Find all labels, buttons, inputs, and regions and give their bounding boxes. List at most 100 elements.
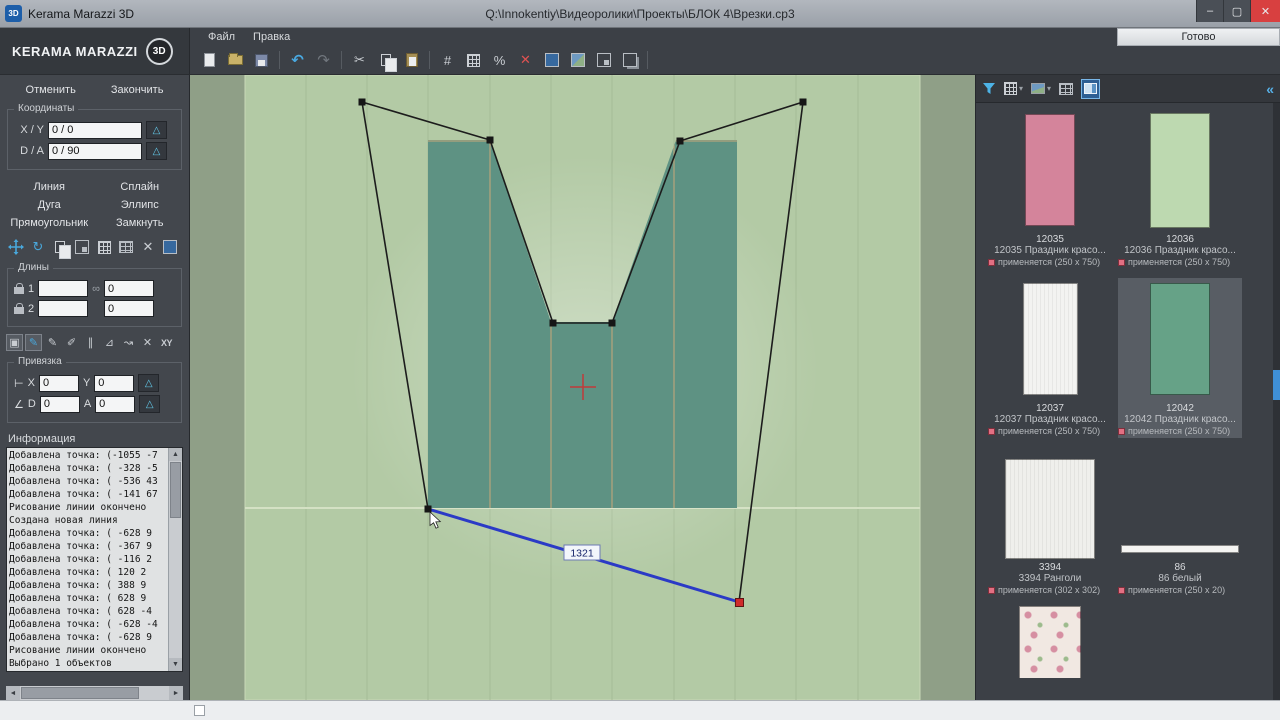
- collapse-panel-button[interactable]: «: [1266, 81, 1274, 97]
- layers-view-button[interactable]: [618, 49, 641, 71]
- filter-button[interactable]: [982, 79, 996, 99]
- drawing-canvas[interactable]: 1321: [190, 75, 975, 700]
- scroll-up-button[interactable]: ▲: [169, 448, 182, 461]
- vertex-handle[interactable]: [358, 98, 366, 106]
- maximize-button[interactable]: ▢: [1223, 0, 1250, 22]
- pen-mode-button[interactable]: ✐: [63, 334, 80, 351]
- canvas-scene[interactable]: 1321: [190, 75, 975, 700]
- copy-object-button[interactable]: [50, 237, 71, 259]
- vertex-handle[interactable]: [608, 319, 616, 327]
- lock-icon[interactable]: [14, 283, 24, 294]
- applied-checkbox[interactable]: [1118, 586, 1125, 594]
- solid-view-button[interactable]: [540, 49, 563, 71]
- sort-button[interactable]: ▾: [1004, 79, 1023, 99]
- da-triangle-button[interactable]: △: [146, 142, 167, 160]
- tile-image[interactable]: [1022, 283, 1078, 395]
- menu-edit[interactable]: Правка: [245, 30, 298, 44]
- scroll-down-button[interactable]: ▼: [169, 658, 182, 671]
- tile-card[interactable]: 12035 12035 Праздник красо... применяетс…: [988, 109, 1112, 269]
- edit-mode-button[interactable]: ✎: [44, 334, 61, 351]
- move-tool-button[interactable]: [6, 237, 26, 257]
- curve-mode-button[interactable]: ↝: [120, 334, 137, 351]
- perpendicular-mode-button[interactable]: ⊿: [101, 334, 118, 351]
- scroll-right-button[interactable]: ►: [169, 686, 183, 700]
- parallel-mode-button[interactable]: ∥: [82, 334, 99, 351]
- minimize-button[interactable]: –: [1196, 0, 1223, 22]
- lock-icon[interactable]: [14, 303, 24, 314]
- vertex-handle[interactable]: [486, 136, 494, 144]
- delete-object-button[interactable]: ✕: [138, 237, 158, 257]
- snap-x-input[interactable]: [38, 374, 79, 392]
- close-button[interactable]: ✕: [1250, 0, 1280, 22]
- tile-image[interactable]: [1025, 114, 1075, 226]
- view-mode-button[interactable]: ▾: [1031, 79, 1051, 99]
- spline-tool-button[interactable]: Сплайн: [95, 178, 186, 196]
- save-button[interactable]: [250, 49, 273, 71]
- selected-vertex-handle[interactable]: [735, 598, 744, 607]
- vertex-handle[interactable]: [676, 137, 684, 145]
- snap-d-input[interactable]: [39, 395, 80, 413]
- line-tool-button[interactable]: Линия: [4, 178, 95, 196]
- applied-checkbox[interactable]: [1118, 258, 1125, 266]
- tile-card[interactable]: 3394 3394 Ранголи применяется (302 x 302…: [988, 447, 1112, 597]
- length2b-input[interactable]: [103, 300, 154, 317]
- paste-button[interactable]: [400, 49, 423, 71]
- length1-input[interactable]: [38, 280, 89, 297]
- rotate-tool-button[interactable]: ↻: [28, 237, 48, 257]
- finish-button[interactable]: Закончить: [101, 82, 174, 98]
- xy-triangle-button[interactable]: △: [146, 121, 167, 139]
- ready-button[interactable]: Готово: [1117, 28, 1280, 46]
- vertex-mode-button[interactable]: ▣: [6, 334, 23, 351]
- scroll-left-button[interactable]: ◄: [6, 686, 20, 700]
- chain-link-icon[interactable]: ∞: [92, 283, 100, 295]
- tile-panel-scrollbar[interactable]: [1273, 103, 1280, 700]
- cancel-button[interactable]: Отменить: [16, 82, 86, 98]
- tile-card[interactable]: 12037 12037 Праздник красо... применяетс…: [988, 278, 1112, 438]
- table-view-button[interactable]: [1059, 79, 1074, 99]
- scrollbar-thumb[interactable]: [21, 687, 139, 699]
- draw-mode-button[interactable]: ✎: [25, 334, 42, 351]
- vertex-handle[interactable]: [549, 319, 557, 327]
- da-input[interactable]: [48, 142, 142, 160]
- menu-file[interactable]: Файл: [200, 30, 243, 44]
- undo-button[interactable]: ↶: [286, 49, 309, 71]
- snap-y-input[interactable]: [94, 374, 135, 392]
- tile-image[interactable]: [1019, 606, 1081, 678]
- applied-checkbox[interactable]: [1118, 427, 1125, 435]
- tile-grid-button[interactable]: [462, 49, 485, 71]
- tile-card-selected[interactable]: 12042 12042 Праздник красо... применяетс…: [1118, 278, 1242, 438]
- open-file-button[interactable]: [224, 49, 247, 71]
- tile-card[interactable]: 12036 12036 Праздник красо... применяетс…: [1118, 109, 1242, 269]
- vertex-handle[interactable]: [424, 505, 432, 513]
- panel-horizontal-scrollbar[interactable]: ◄ ►: [6, 686, 183, 700]
- length2-input[interactable]: [38, 300, 89, 317]
- tile-card[interactable]: 86 86 белый применяется (250 x 20): [1118, 447, 1242, 597]
- grid-toggle-button[interactable]: #: [436, 49, 459, 71]
- scrollbar-thumb[interactable]: [170, 462, 181, 518]
- vertex-handle[interactable]: [799, 98, 807, 106]
- scrollbar-thumb[interactable]: [1273, 370, 1280, 400]
- redo-button[interactable]: ↷: [312, 49, 335, 71]
- info-log-scrollbar[interactable]: ▲ ▼: [168, 448, 182, 671]
- copy-button[interactable]: [374, 49, 397, 73]
- snap-xy-triangle-button[interactable]: △: [138, 374, 160, 392]
- xy-input[interactable]: [48, 121, 142, 139]
- array-tool-button[interactable]: [94, 237, 114, 257]
- arc-tool-button[interactable]: Дуга: [4, 196, 95, 214]
- ellipse-tool-button[interactable]: Эллипс: [95, 196, 186, 214]
- tile-image[interactable]: [1150, 283, 1210, 395]
- fill-tool-button[interactable]: [160, 237, 180, 257]
- applied-checkbox[interactable]: [988, 258, 995, 266]
- close-contour-button[interactable]: Замкнуть: [95, 214, 186, 232]
- clear-mode-button[interactable]: ✕: [139, 334, 156, 351]
- tile-image[interactable]: [1005, 459, 1095, 559]
- mirror-tool-button[interactable]: [72, 237, 92, 257]
- new-document-button[interactable]: [198, 49, 221, 71]
- applied-checkbox[interactable]: [988, 586, 995, 594]
- snap-da-triangle-button[interactable]: △: [139, 395, 161, 413]
- applied-checkbox[interactable]: [988, 427, 995, 435]
- xy-mode-button[interactable]: XY: [158, 334, 175, 351]
- delete-button[interactable]: ✕: [514, 49, 537, 71]
- texture-view-button[interactable]: [566, 49, 589, 71]
- table-tool-button[interactable]: [116, 237, 136, 257]
